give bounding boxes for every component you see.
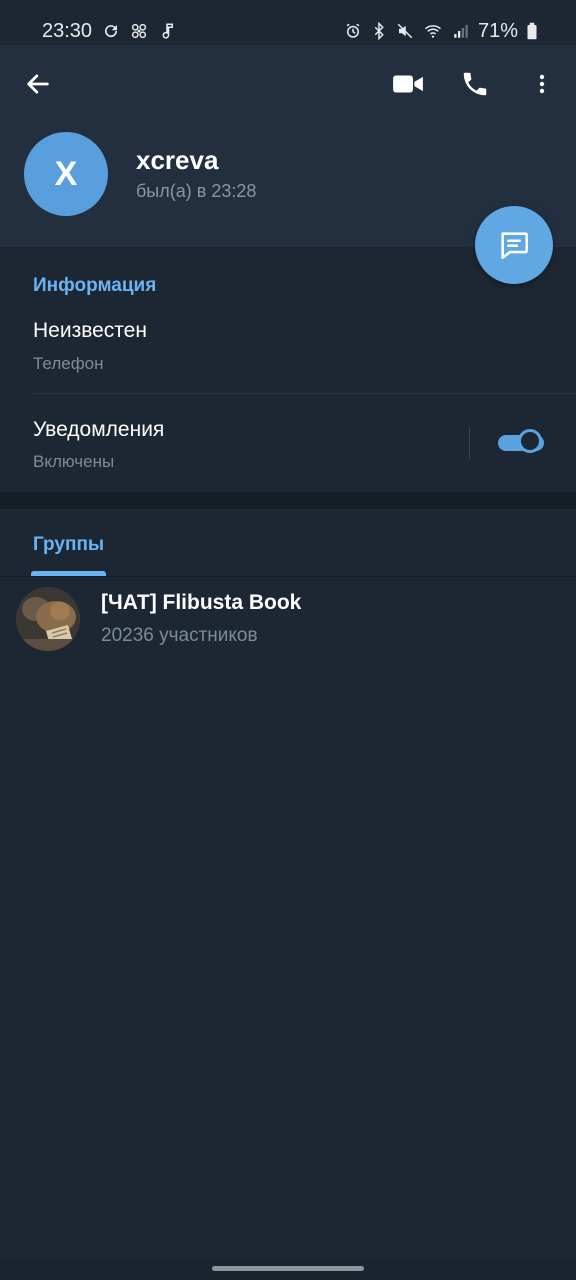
- group-name: [ЧАТ] Flibusta Book: [101, 591, 302, 614]
- more-options-button[interactable]: [518, 60, 566, 108]
- vertical-separator: [469, 427, 470, 459]
- group-avatar: [16, 587, 80, 651]
- call-button[interactable]: [451, 60, 499, 108]
- video-call-button[interactable]: [384, 60, 432, 108]
- alarm-icon: [346, 23, 360, 38]
- send-message-button[interactable]: [475, 206, 553, 284]
- battery-icon: [527, 22, 537, 40]
- battery-percent: 71%: [477, 19, 518, 42]
- section-gap: [0, 492, 576, 509]
- contact-name: xcreva: [136, 145, 219, 175]
- info-section: Информация Неизвестен Телефон Уведомлени…: [0, 247, 576, 492]
- group-members-count: 20236 участников: [101, 625, 258, 646]
- video-camera-icon: [393, 75, 423, 93]
- home-gesture-handle[interactable]: [212, 1266, 364, 1271]
- signal-icon: [454, 25, 468, 38]
- system-navigation-bar: [0, 1258, 576, 1280]
- notifications-toggle[interactable]: [498, 429, 544, 455]
- back-button[interactable]: [14, 60, 62, 108]
- arrow-left-icon: [27, 74, 49, 94]
- sync-icon: [105, 25, 118, 38]
- last-seen-status: был(а) в 23:28: [136, 181, 257, 201]
- info-section-title: Информация: [33, 275, 157, 296]
- avatar[interactable]: X: [24, 132, 108, 216]
- music-note-icon: [162, 23, 173, 39]
- status-right-icons: 71%: [344, 19, 538, 43]
- status-time: 23:30: [42, 20, 93, 42]
- group-list-item[interactable]: [ЧАТ] Flibusta Book 20236 участников: [0, 577, 576, 661]
- toggle-knob: [518, 429, 542, 453]
- phone-value: Неизвестен: [33, 319, 147, 342]
- message-icon: [501, 232, 529, 260]
- bluetooth-icon: [374, 22, 384, 40]
- divider: [33, 393, 576, 394]
- phone-icon: [463, 72, 487, 96]
- notifications-status: Включены: [33, 452, 115, 471]
- avatar-letter: X: [54, 154, 78, 193]
- status-bar: 23:30 71%: [0, 0, 576, 45]
- fan-icon: [131, 23, 147, 39]
- tab-groups[interactable]: Группы: [33, 534, 104, 556]
- mute-icon: [397, 23, 413, 39]
- status-left-icons: [102, 19, 176, 43]
- wifi-icon: [424, 25, 441, 38]
- phone-label: Телефон: [33, 354, 104, 373]
- groups-section: Группы [ЧАТ] Flibusta Book 20236 участни…: [0, 509, 576, 1280]
- notifications-label: Уведомления: [33, 418, 165, 441]
- more-vertical-icon: [539, 74, 545, 94]
